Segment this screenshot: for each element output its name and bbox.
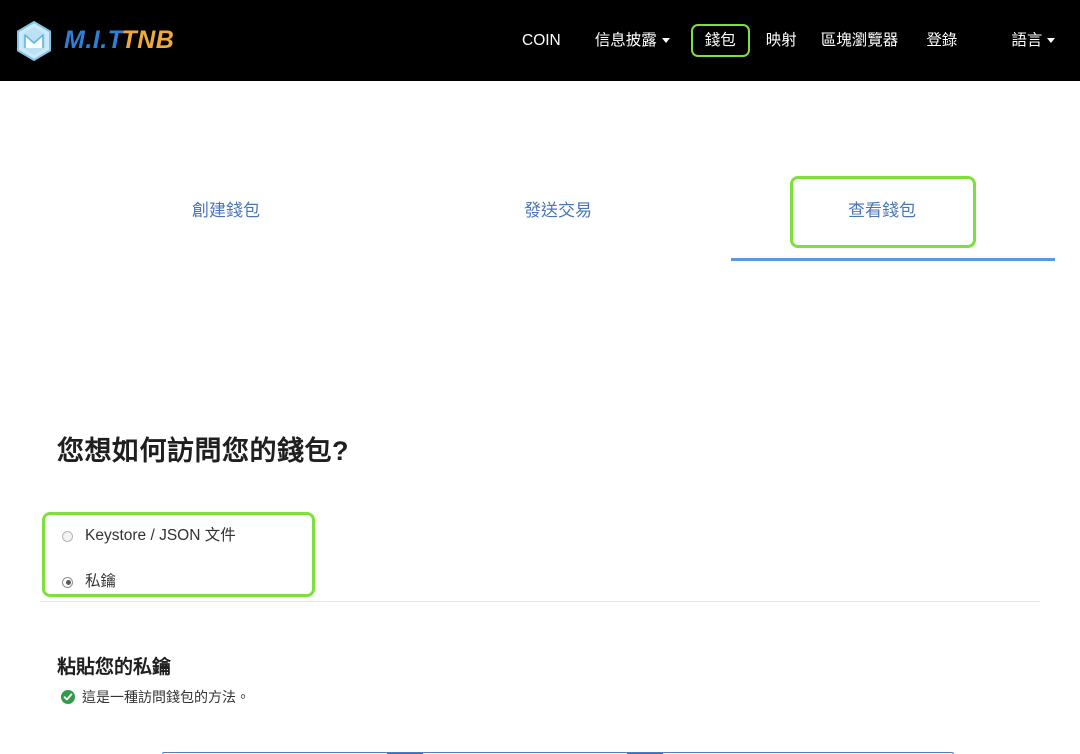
radio-keystore-dot-icon[interactable] [62, 531, 73, 542]
nav-item-language[interactable]: 語言 [1009, 27, 1057, 55]
nav-item-language-label: 語言 [1011, 32, 1042, 49]
nav-item-disclosure[interactable]: 信息披露 [593, 27, 672, 55]
brand-logo-link[interactable]: M.I.TTNB [12, 0, 174, 81]
top-navigation-bar: M.I.TTNB COIN 信息披露 錢包 映射 區塊瀏覽器 登錄 語言 [0, 0, 1080, 81]
nav-item-coin[interactable]: COIN [520, 27, 563, 55]
chevron-down-icon [1047, 38, 1055, 43]
brand-wordmark: M.I.TTNB [64, 28, 174, 53]
radio-private-key-dot-icon[interactable] [62, 577, 73, 588]
nav-menu: COIN 信息披露 錢包 映射 區塊瀏覽器 登錄 語言 [520, 0, 1057, 81]
page-title: 您想如何訪問您的錢包? [57, 429, 349, 468]
active-tab-underline [731, 258, 1055, 261]
radio-option-private-key[interactable]: 私鑰 [62, 570, 322, 594]
tab-view-wallet-highlight [790, 176, 976, 248]
chevron-down-icon [662, 38, 670, 43]
wallet-tabs: 創建錢包 發送交易 查看錢包 [0, 81, 1080, 181]
paste-private-key-title: 粘貼您的私鑰 [57, 652, 171, 679]
paste-private-key-hint-text: 這是一種訪問錢包的方法。 [82, 690, 250, 704]
brand-text-secondary: TNB [121, 26, 174, 54]
access-method-radio-group: Keystore / JSON 文件 私鑰 [62, 524, 322, 616]
radio-option-keystore[interactable]: Keystore / JSON 文件 [62, 524, 322, 548]
paste-private-key-hint: 這是一種訪問錢包的方法。 [61, 690, 250, 704]
nav-item-disclosure-label: 信息披露 [595, 32, 657, 49]
section-divider [40, 601, 1040, 602]
nav-item-block-explorer[interactable]: 區塊瀏覽器 [819, 27, 901, 55]
brand-text-primary: M.I.T [64, 26, 123, 54]
radio-option-keystore-label: Keystore / JSON 文件 [85, 528, 236, 544]
hexagon-m-logo-icon [12, 19, 56, 63]
check-circle-icon [61, 690, 75, 704]
nav-item-login[interactable]: 登錄 [924, 27, 959, 55]
tab-create-wallet[interactable]: 創建錢包 [192, 202, 260, 219]
tab-send-transaction[interactable]: 發送交易 [524, 202, 592, 219]
radio-option-private-key-label: 私鑰 [85, 574, 116, 590]
nav-item-wallet[interactable]: 錢包 [691, 24, 750, 58]
nav-item-mapping[interactable]: 映射 [764, 27, 799, 55]
